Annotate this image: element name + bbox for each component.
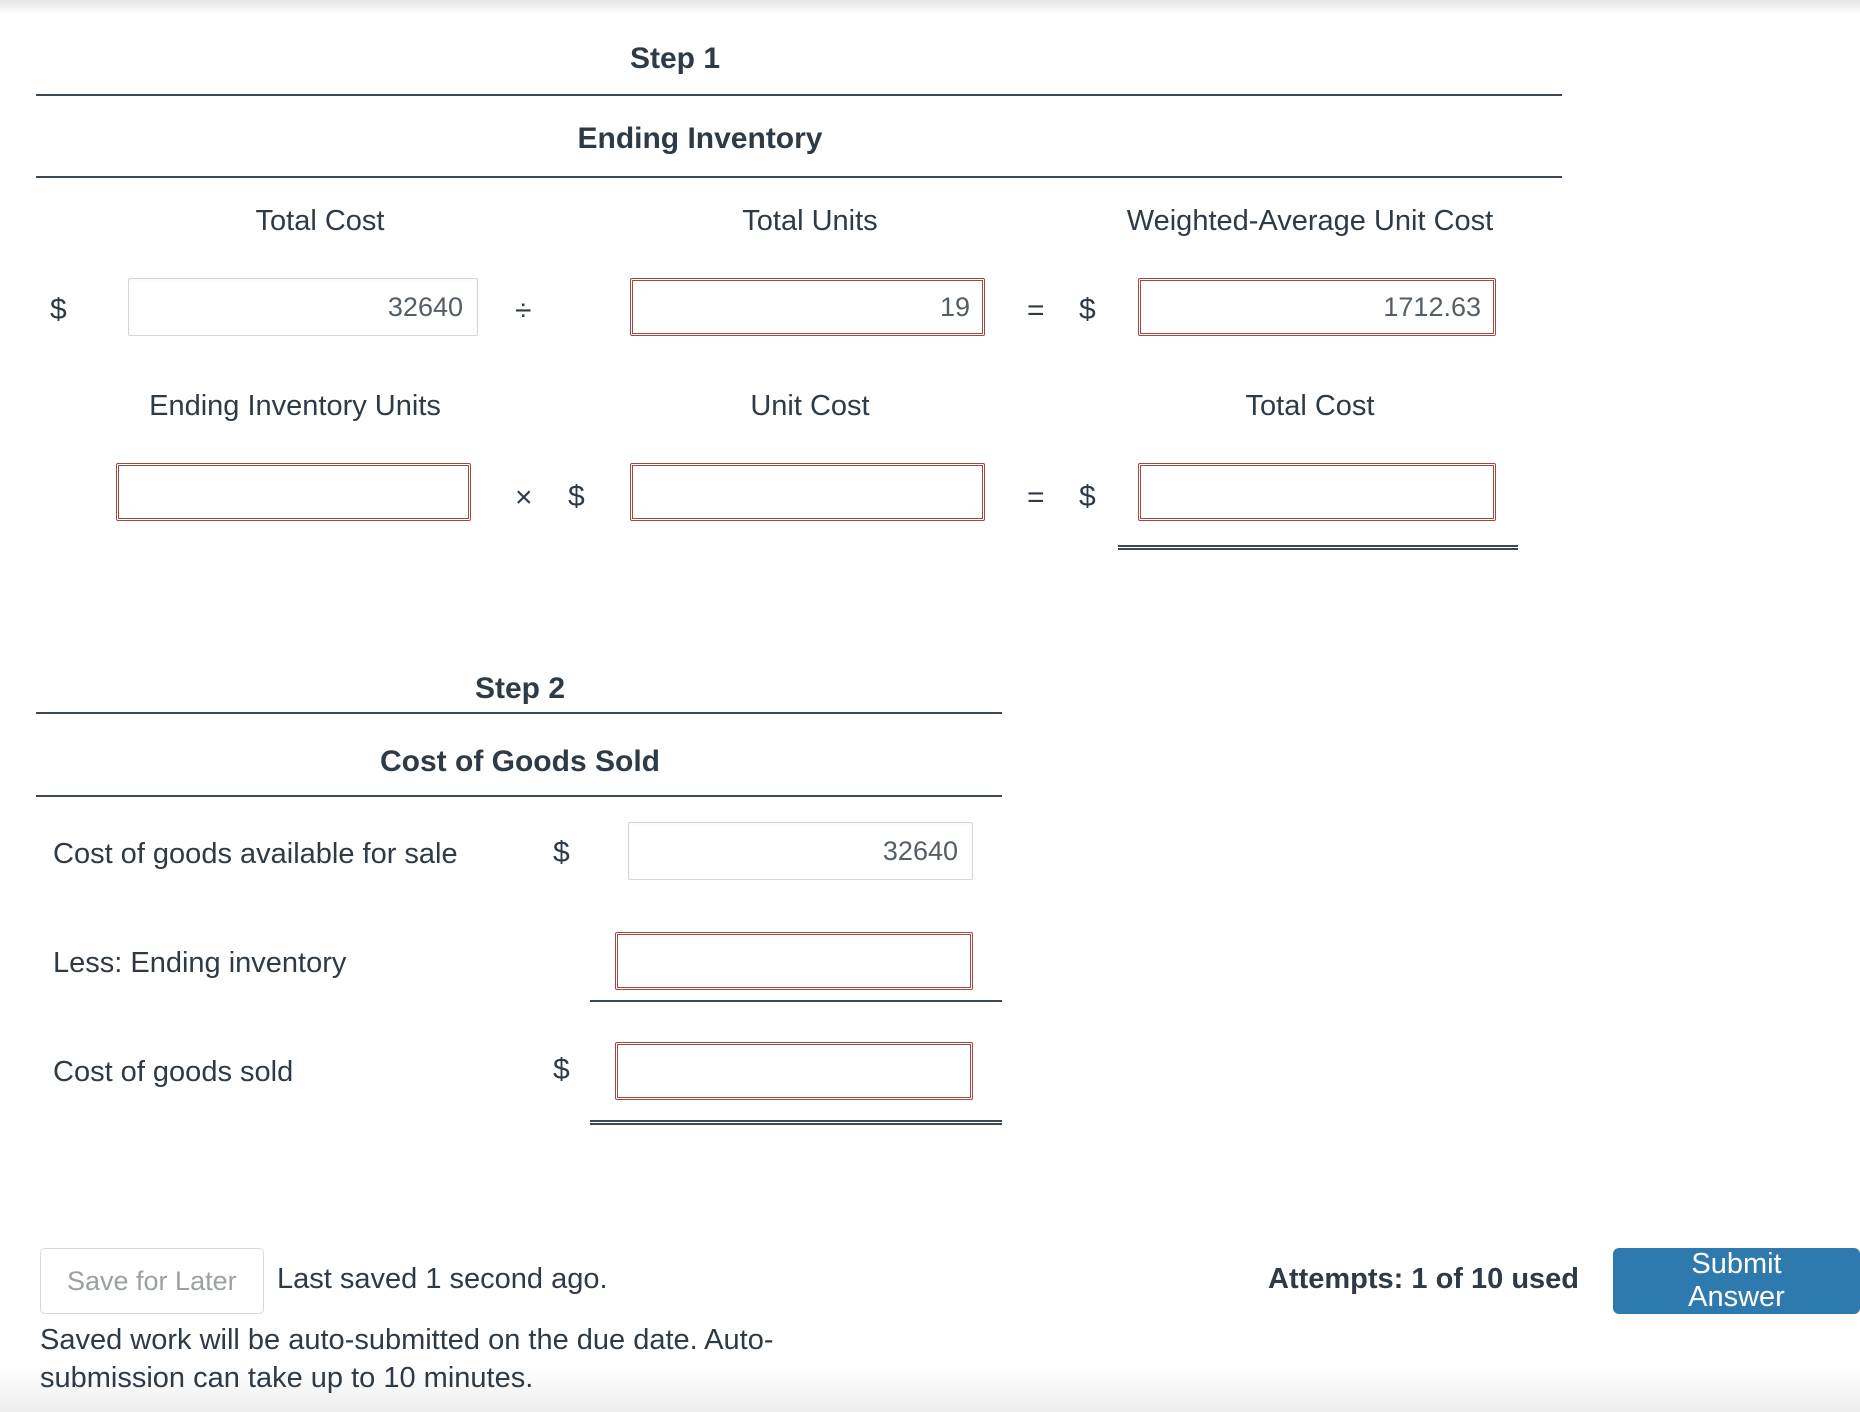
- auto-submission-note: Saved work will be auto-submitted on the…: [40, 1324, 774, 1394]
- label-unit-cost: Unit Cost: [750, 390, 870, 422]
- multiply-operator: ×: [515, 481, 533, 514]
- total-cost-result-input[interactable]: [1138, 463, 1496, 521]
- page-top-shadow: [0, 0, 1860, 14]
- unit-cost-input[interactable]: [630, 463, 985, 521]
- last-saved-status: Last saved 1 second ago.: [277, 1263, 608, 1295]
- step-2-label: Step 2: [474, 672, 566, 705]
- step-1-bottom-rule: [36, 176, 1562, 178]
- dollar-sign-total-cost-row2: $: [1079, 480, 1096, 513]
- label-less-ending-inventory: Less: Ending inventory: [53, 947, 347, 979]
- less-ending-inventory-input[interactable]: [615, 932, 973, 990]
- cost-of-goods-sold-input[interactable]: [615, 1042, 973, 1100]
- step-2-section-title: Cost of Goods Sold: [380, 745, 660, 778]
- assignment-worksheet: Step 1 Ending Inventory Total Cost Total…: [0, 0, 1860, 1412]
- label-total-units: Total Units: [742, 205, 878, 237]
- dollar-sign-unit-cost: $: [568, 480, 585, 513]
- save-for-later-button[interactable]: Save for Later: [40, 1248, 264, 1314]
- weighted-average-unit-cost-input[interactable]: [1138, 278, 1496, 336]
- label-ending-inventory-units: Ending Inventory Units: [149, 390, 441, 422]
- step-1-label: Step 1: [629, 42, 721, 75]
- dollar-sign-cogs: $: [553, 1053, 570, 1086]
- attempts-counter: Attempts: 1 of 10 used: [1268, 1263, 1579, 1295]
- label-cost-of-goods-available: Cost of goods available for sale: [53, 838, 458, 870]
- dollar-sign-total-cost: $: [50, 293, 67, 326]
- step-2-bottom-rule: [36, 795, 1002, 797]
- submit-answer-button[interactable]: Submit Answer: [1613, 1248, 1860, 1314]
- equals-operator-row1: =: [1027, 294, 1045, 327]
- step-2-top-rule: [36, 712, 1002, 714]
- dollar-sign-weighted-average: $: [1079, 293, 1096, 326]
- label-total-cost: Total Cost: [255, 205, 385, 237]
- dollar-sign-cogafs: $: [553, 836, 570, 869]
- label-weighted-average-unit-cost: Weighted-Average Unit Cost: [1126, 205, 1494, 237]
- total-cost-double-underline: [1118, 545, 1518, 550]
- label-total-cost-row2: Total Cost: [1245, 390, 1375, 422]
- total-cost-input[interactable]: [128, 278, 478, 336]
- step-1-section-title: Ending Inventory: [577, 122, 823, 155]
- label-cost-of-goods-sold: Cost of goods sold: [53, 1056, 294, 1088]
- equals-operator-row2: =: [1027, 481, 1045, 514]
- subtotal-rule: [590, 1000, 1002, 1002]
- total-units-input[interactable]: [630, 278, 985, 336]
- step-1-top-rule: [36, 94, 1562, 96]
- cost-of-goods-available-input[interactable]: [628, 822, 973, 880]
- divide-operator: ÷: [515, 294, 532, 327]
- ending-inventory-units-input[interactable]: [116, 463, 471, 521]
- cogs-double-underline: [590, 1120, 1002, 1125]
